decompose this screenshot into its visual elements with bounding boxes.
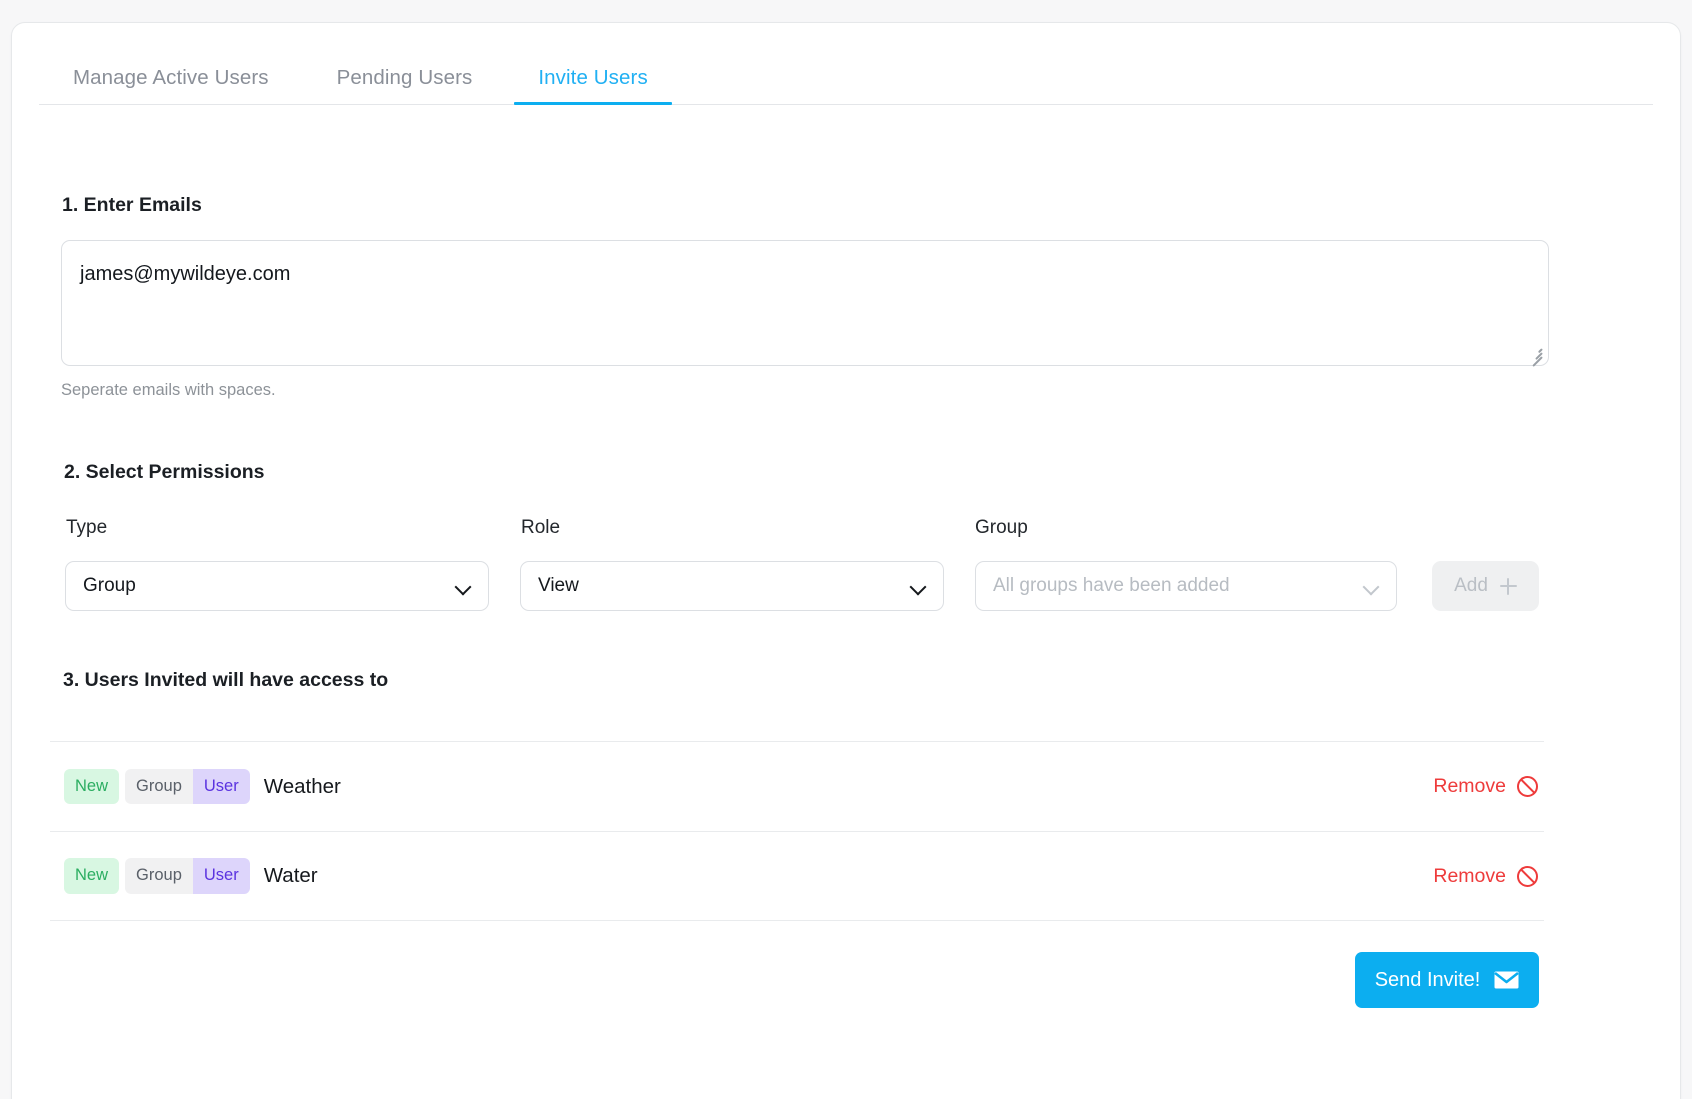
- access-item-name: Water: [264, 864, 318, 888]
- remove-label: Remove: [1433, 775, 1506, 798]
- access-row: New Group User Water Remove: [50, 831, 1544, 921]
- tab-label: Invite Users: [538, 66, 647, 89]
- chevron-down-icon: [455, 578, 472, 595]
- add-permission-button[interactable]: Add: [1432, 561, 1539, 611]
- chevron-down-icon: [1363, 578, 1380, 595]
- status-badge: New: [64, 769, 119, 805]
- step-3-title: 3. Users Invited will have access to: [63, 669, 388, 692]
- ban-icon: [1517, 776, 1538, 797]
- access-list: New Group User Weather Remove New Group: [50, 741, 1544, 921]
- role-label: Role: [521, 517, 560, 539]
- role-select[interactable]: View: [520, 561, 944, 611]
- group-select-value: All groups have been added: [993, 575, 1230, 597]
- type-select-value: Group: [83, 575, 136, 597]
- chevron-down-icon: [910, 578, 927, 595]
- tab-manage-active-users[interactable]: Manage Active Users: [73, 66, 269, 104]
- plus-icon: [1500, 578, 1517, 595]
- status-badge: New: [64, 858, 119, 894]
- remove-button[interactable]: Remove: [1433, 775, 1538, 798]
- group-select[interactable]: All groups have been added: [975, 561, 1397, 611]
- scope-badge: Group: [125, 769, 193, 805]
- tab-invite-users[interactable]: Invite Users: [538, 66, 647, 104]
- role-select-value: View: [538, 575, 579, 597]
- app-viewport: Manage Active Users Pending Users Invite…: [0, 0, 1692, 1099]
- tab-label: Manage Active Users: [73, 66, 269, 89]
- row-badges: New Group User: [64, 858, 250, 894]
- role-badge: User: [193, 858, 250, 894]
- scope-role-segment: Group User: [125, 769, 250, 805]
- role-badge: User: [193, 769, 250, 805]
- tab-bar: Manage Active Users Pending Users Invite…: [39, 49, 1653, 105]
- emails-textarea[interactable]: [61, 240, 1549, 366]
- tab-pending-users[interactable]: Pending Users: [337, 66, 473, 104]
- emails-hint: Seperate emails with spaces.: [61, 381, 276, 400]
- ban-icon: [1517, 866, 1538, 887]
- send-invite-label: Send Invite!: [1375, 969, 1481, 992]
- envelope-icon: [1494, 971, 1519, 989]
- scope-role-segment: Group User: [125, 858, 250, 894]
- access-row: New Group User Weather Remove: [50, 741, 1544, 831]
- add-button-label: Add: [1454, 575, 1488, 597]
- remove-button[interactable]: Remove: [1433, 865, 1538, 888]
- type-select[interactable]: Group: [65, 561, 489, 611]
- tab-label: Pending Users: [337, 66, 473, 89]
- send-invite-button[interactable]: Send Invite!: [1355, 952, 1539, 1008]
- group-label: Group: [975, 517, 1028, 539]
- step-1-title: 1. Enter Emails: [62, 194, 202, 217]
- type-label: Type: [66, 517, 107, 539]
- row-badges: New Group User: [64, 769, 250, 805]
- remove-label: Remove: [1433, 865, 1506, 888]
- access-item-name: Weather: [264, 775, 341, 799]
- scope-badge: Group: [125, 858, 193, 894]
- invite-users-card: Manage Active Users Pending Users Invite…: [11, 22, 1681, 1099]
- step-2-title: 2. Select Permissions: [64, 461, 265, 484]
